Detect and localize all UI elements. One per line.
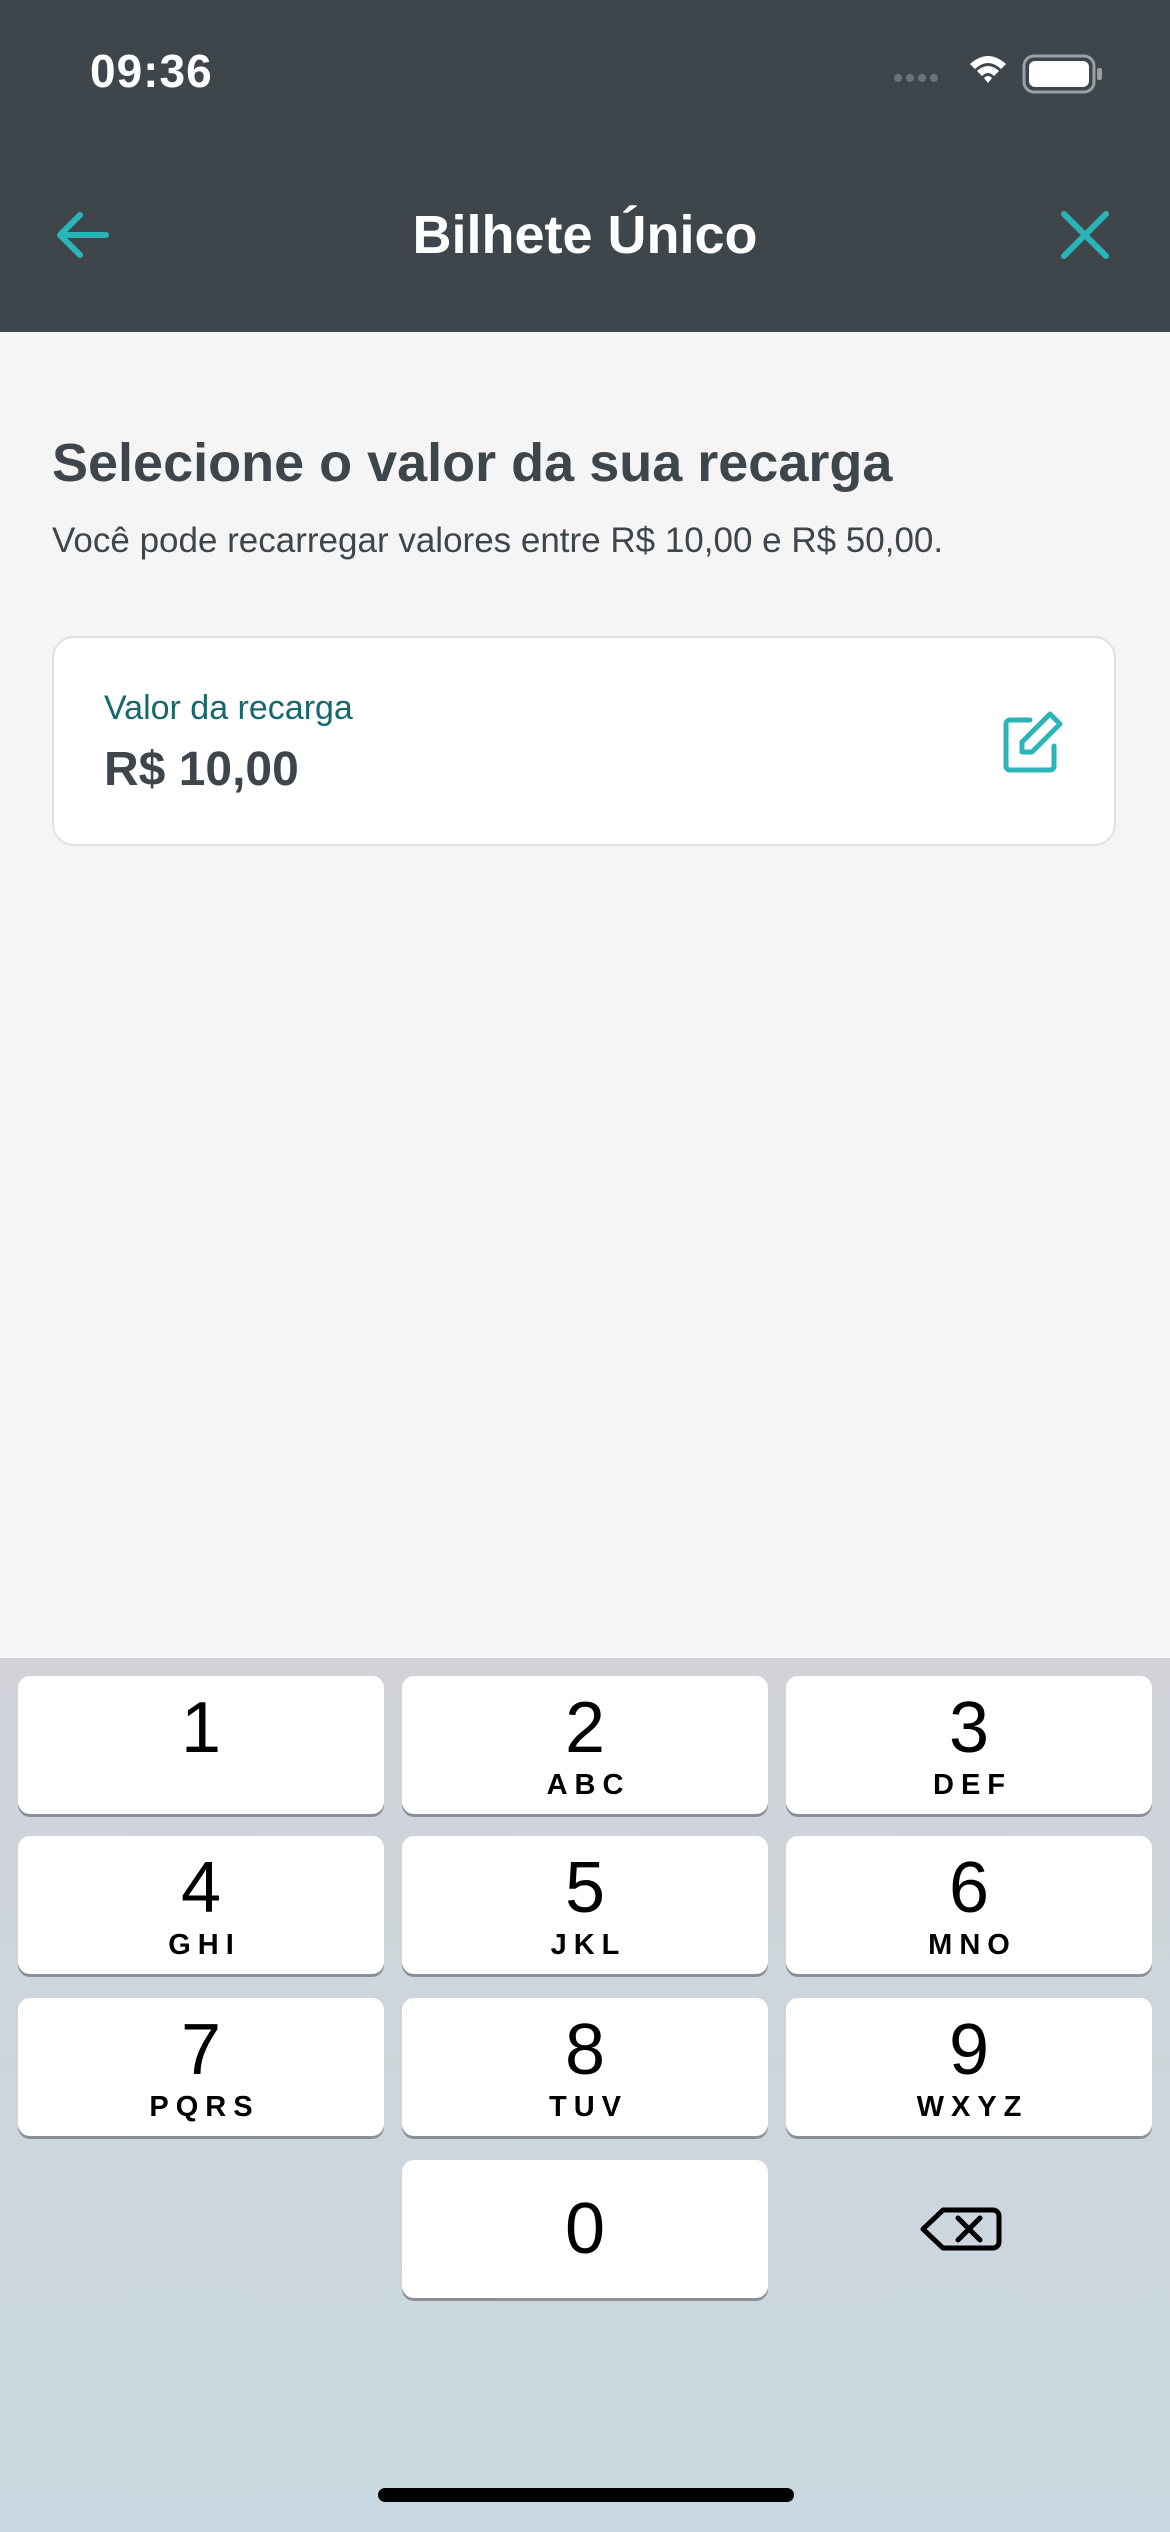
section-headline: Selecione o valor da sua recarga bbox=[52, 433, 893, 493]
key-letters: MNO bbox=[928, 1929, 1017, 1961]
home-indicator bbox=[378, 2488, 794, 2502]
battery-icon bbox=[1022, 54, 1102, 94]
amount-value: R$ 10,00 bbox=[104, 743, 299, 796]
key-digit: 9 bbox=[948, 2010, 990, 2090]
key-1[interactable]: 1 bbox=[18, 1676, 384, 1814]
key-digit: 2 bbox=[564, 1688, 606, 1768]
status-time: 09:36 bbox=[90, 45, 213, 97]
key-digit: 8 bbox=[564, 2010, 606, 2090]
key-letters: DEF bbox=[933, 1769, 1012, 1801]
key-7[interactable]: 7 PQRS bbox=[18, 1998, 384, 2136]
key-digit: 6 bbox=[948, 1848, 990, 1928]
key-8[interactable]: 8 TUV bbox=[402, 1998, 768, 2136]
status-icons bbox=[894, 54, 1102, 94]
key-letters: ABC bbox=[546, 1769, 631, 1801]
amount-card[interactable]: Valor da recarga R$ 10,00 bbox=[52, 636, 1116, 846]
key-5[interactable]: 5 JKL bbox=[402, 1836, 768, 1974]
backspace-icon[interactable] bbox=[786, 2160, 1152, 2298]
key-digit: 4 bbox=[180, 1848, 222, 1928]
key-digit: 7 bbox=[180, 2010, 222, 2090]
edit-icon[interactable] bbox=[996, 708, 1066, 778]
wifi-icon bbox=[970, 56, 1006, 83]
key-digit: 1 bbox=[180, 1688, 222, 1768]
key-digit: 5 bbox=[564, 1848, 606, 1928]
amount-label: Valor da recarga bbox=[104, 689, 353, 727]
app-header: 09:36 Bilhete Único bbox=[0, 0, 1170, 332]
key-letters: TUV bbox=[549, 2091, 628, 2123]
key-4[interactable]: 4 GHI bbox=[18, 1836, 384, 1974]
key-digit: 0 bbox=[564, 2189, 606, 2269]
key-9[interactable]: 9 WXYZ bbox=[786, 1998, 1152, 2136]
key-3[interactable]: 3 DEF bbox=[786, 1676, 1152, 1814]
key-6[interactable]: 6 MNO bbox=[786, 1836, 1152, 1974]
key-letters: JKL bbox=[550, 1929, 627, 1961]
key-letters: GHI bbox=[168, 1929, 241, 1961]
key-digit: 3 bbox=[948, 1688, 990, 1768]
key-0[interactable]: 0 bbox=[402, 2160, 768, 2298]
key-letters: PQRS bbox=[149, 2091, 260, 2123]
section-subtext: Você pode recarregar valores entre R$ 10… bbox=[52, 521, 944, 560]
key-letters: WXYZ bbox=[916, 2091, 1029, 2123]
signal-icon bbox=[894, 74, 938, 82]
page-title: Bilhete Único bbox=[412, 205, 758, 265]
close-icon[interactable] bbox=[1050, 200, 1120, 270]
key-2[interactable]: 2 ABC bbox=[402, 1676, 768, 1814]
